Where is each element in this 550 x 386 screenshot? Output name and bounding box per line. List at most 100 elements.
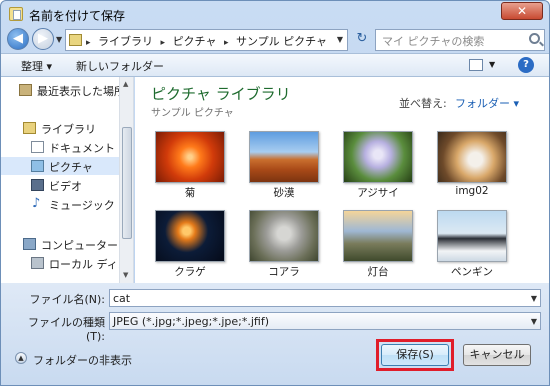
- forward-button[interactable]: ▶: [32, 28, 54, 50]
- file-type-value: JPEG (*.jpg;*.jpeg;*.jpe;*.jfif): [113, 315, 270, 328]
- file-name-label: アジサイ: [357, 187, 399, 199]
- arrange-by-label: 並べ替え:: [399, 97, 447, 110]
- sidebar-item-recent-places[interactable]: 最近表示した場所: [1, 81, 119, 99]
- file-thumbnail[interactable]: コアラ: [241, 210, 325, 280]
- dialog-icon: [9, 7, 23, 21]
- sidebar-item-label: ミュージック: [49, 199, 115, 212]
- address-bar[interactable]: ▸ ライブラリ ▸ ピクチャ ▸ サンプル ピクチャ ▼: [65, 29, 348, 51]
- file-thumbnail[interactable]: ペンギン: [429, 210, 513, 280]
- computer-icon: [23, 238, 36, 250]
- hide-folders-label: フォルダーの非表示: [33, 354, 132, 367]
- back-button[interactable]: ◀: [7, 28, 29, 50]
- file-name-value: cat: [113, 292, 131, 305]
- sidebar-item-label: ローカル ディスク: [49, 258, 119, 271]
- library-subtitle: サンプル ピクチャ: [151, 108, 234, 119]
- thumbnail-image: [249, 210, 319, 262]
- sidebar-item-label: ピクチャ: [49, 161, 93, 174]
- file-name-label: 菊: [184, 187, 196, 199]
- file-thumbnail[interactable]: クラゲ: [147, 210, 231, 280]
- thumbnail-image: [437, 131, 507, 183]
- title-bar: 名前を付けて保存 ✕: [1, 1, 549, 27]
- sidebar-item-music[interactable]: ♪ ミュージック: [1, 195, 119, 213]
- chevron-up-icon: ▲: [15, 352, 27, 364]
- thumbnail-image: [437, 210, 507, 262]
- close-button[interactable]: ✕: [501, 2, 543, 20]
- file-name-dropdown-icon[interactable]: ▼: [531, 294, 537, 303]
- file-name-label: 灯台: [367, 266, 389, 278]
- file-thumbnail[interactable]: 灯台: [335, 210, 419, 280]
- recent-places-icon: [19, 84, 32, 96]
- breadcrumb-pictures[interactable]: ピクチャ: [173, 35, 217, 48]
- library-title: ピクチャ ライブラリ: [151, 85, 291, 103]
- save-as-dialog: 名前を付けて保存 ✕ ◀ ▶ ▼ ▸ ライブラリ ▸ ピクチャ ▸ サンプル ピ…: [0, 0, 550, 386]
- file-thumbnail[interactable]: img02: [429, 131, 513, 201]
- scrollbar-thumb[interactable]: [122, 127, 132, 239]
- breadcrumb-separator-icon[interactable]: ▸: [224, 38, 229, 48]
- file-name-label: 砂漠: [273, 187, 295, 199]
- file-name-label: ファイル名(N):: [29, 293, 105, 306]
- navigation-pane: 最近表示した場所 ライブラリ ドキュメント ピクチャ ビデオ ♪ ミュージック …: [1, 77, 134, 283]
- music-icon: ♪: [32, 196, 41, 211]
- new-folder-button[interactable]: 新しいフォルダー: [76, 58, 164, 74]
- sidebar-item-label: ビデオ: [49, 180, 82, 193]
- file-name-label: img02: [455, 185, 489, 197]
- breadcrumb-separator-icon[interactable]: ▸: [161, 38, 166, 48]
- sidebar-item-documents[interactable]: ドキュメント: [1, 138, 119, 156]
- breadcrumb: ▸ ライブラリ ▸ ピクチャ ▸ サンプル ピクチャ: [86, 33, 331, 49]
- address-dropdown-icon[interactable]: ▼: [337, 35, 343, 44]
- library-folder-icon: [69, 34, 82, 46]
- file-name-label: コアラ: [268, 266, 300, 278]
- save-options-panel: ファイル名(N): cat ▼ ファイルの種類(T): JPEG (*.jpg;…: [1, 283, 549, 385]
- local-disk-icon: [31, 257, 44, 269]
- videos-icon: [31, 179, 44, 191]
- file-type-select[interactable]: JPEG (*.jpg;*.jpeg;*.jpe;*.jfif) ▼: [109, 312, 541, 330]
- breadcrumb-libraries[interactable]: ライブラリ: [98, 35, 153, 48]
- file-name-label: ペンギン: [451, 266, 493, 278]
- sidebar-item-pictures[interactable]: ピクチャ: [1, 157, 119, 175]
- refresh-button[interactable]: ↻: [352, 31, 372, 49]
- help-button[interactable]: ?: [518, 57, 534, 73]
- file-name-label: クラゲ: [174, 266, 206, 278]
- thumbnail-image: [155, 131, 225, 183]
- navigation-bar: ◀ ▶ ▼ ▸ ライブラリ ▸ ピクチャ ▸ サンプル ピクチャ ▼ ↻ マイ …: [1, 27, 549, 53]
- file-type-label: ファイルの種類(T):: [28, 316, 105, 343]
- thumbnail-image: [249, 131, 319, 183]
- sidebar-item-label: コンピューター: [41, 239, 118, 252]
- file-thumbnail[interactable]: アジサイ: [335, 131, 419, 201]
- search-input[interactable]: マイ ピクチャの検索: [375, 29, 545, 51]
- documents-icon: [31, 141, 44, 153]
- sidebar-item-label: 最近表示した場所: [37, 85, 119, 98]
- navigation-scrollbar[interactable]: ▲ ▼: [119, 77, 133, 283]
- thumbnail-image: [343, 210, 413, 262]
- view-options-icon[interactable]: [469, 59, 483, 71]
- library-icon: [23, 122, 36, 134]
- arrange-by-dropdown[interactable]: フォルダー ▾: [455, 95, 519, 111]
- sidebar-item-label: ドキュメント: [49, 142, 115, 155]
- sidebar-item-label: ライブラリ: [41, 123, 96, 136]
- file-type-dropdown-icon[interactable]: ▼: [531, 317, 537, 326]
- recent-locations-dropdown-icon[interactable]: ▼: [56, 35, 62, 44]
- dialog-title: 名前を付けて保存: [29, 9, 126, 23]
- file-name-field[interactable]: cat ▼: [109, 289, 541, 307]
- breadcrumb-sample-pictures[interactable]: サンプル ピクチャ: [236, 35, 327, 48]
- thumbnail-image: [155, 210, 225, 262]
- scroll-down-icon[interactable]: ▼: [123, 271, 128, 279]
- thumbnail-image: [343, 131, 413, 183]
- sidebar-item-videos[interactable]: ビデオ: [1, 176, 119, 194]
- command-toolbar: 整理 ▾ 新しいフォルダー ▼ ?: [1, 53, 549, 77]
- scroll-up-icon[interactable]: ▲: [123, 80, 128, 88]
- organize-button[interactable]: 整理 ▾: [21, 58, 52, 74]
- pictures-icon: [31, 160, 44, 172]
- search-icon[interactable]: [529, 33, 540, 44]
- cancel-button[interactable]: キャンセル: [463, 344, 531, 366]
- file-thumbnail[interactable]: 菊: [147, 131, 231, 201]
- view-dropdown-icon[interactable]: ▼: [489, 60, 495, 69]
- breadcrumb-separator-icon[interactable]: ▸: [86, 38, 91, 48]
- sidebar-item-local-disk[interactable]: ローカル ディスク: [1, 254, 119, 272]
- file-list-pane: ピクチャ ライブラリ サンプル ピクチャ 並べ替え: フォルダー ▾ 菊 砂漠 …: [135, 77, 549, 283]
- sidebar-item-computer[interactable]: コンピューター: [1, 235, 119, 253]
- sidebar-item-libraries[interactable]: ライブラリ: [1, 119, 119, 137]
- file-thumbnail[interactable]: 砂漠: [241, 131, 325, 201]
- save-button[interactable]: 保存(S): [381, 344, 449, 366]
- search-placeholder: マイ ピクチャの検索: [382, 35, 485, 48]
